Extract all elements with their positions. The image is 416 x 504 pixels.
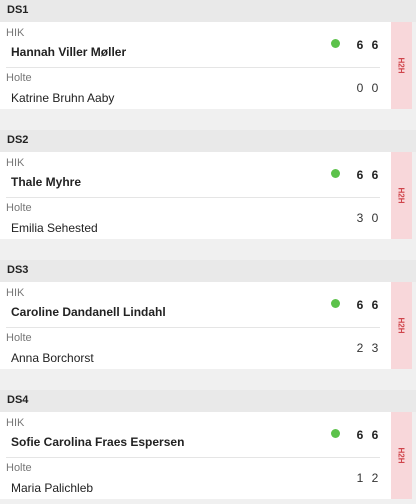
h2h-label: H2H	[396, 317, 406, 334]
divider	[6, 197, 380, 198]
h2h-label: H2H	[396, 57, 406, 74]
away-player-name[interactable]: Emilia Sehested	[11, 221, 98, 235]
match-card: DS4 HIK Sofie Carolina Fraes Espersen 6 …	[0, 390, 416, 499]
home-set1-score: 6	[356, 38, 364, 52]
h2h-label: H2H	[396, 187, 406, 204]
home-player-name[interactable]: Sofie Carolina Fraes Espersen	[11, 435, 184, 449]
away-team-label: Holte	[6, 202, 32, 214]
away-set2-score: 2	[371, 471, 379, 485]
home-set1-score: 6	[356, 168, 364, 182]
h2h-button[interactable]: H2H	[391, 412, 412, 499]
match-body[interactable]: HIK Thale Myhre 6 6 Holte Emilia Seheste…	[0, 152, 412, 239]
match-body[interactable]: HIK Caroline Dandanell Lindahl 6 6 Holte…	[0, 282, 412, 369]
h2h-button[interactable]: H2H	[391, 22, 412, 109]
away-set2-score: 0	[371, 81, 379, 95]
home-set2-score: 6	[371, 38, 379, 52]
home-team-label: HIK	[6, 157, 25, 169]
match-header: DS2	[0, 130, 416, 152]
away-player-name[interactable]: Anna Borchorst	[11, 351, 94, 365]
match-card: DS1 HIK Hannah Viller Møller 6 6 Holte K…	[0, 0, 416, 109]
h2h-label: H2H	[396, 447, 406, 464]
winner-indicator-icon	[331, 299, 340, 308]
away-set2-score: 3	[371, 341, 379, 355]
home-player-name[interactable]: Hannah Viller Møller	[11, 45, 126, 59]
winner-indicator-icon	[331, 429, 340, 438]
away-set1-score: 0	[356, 81, 364, 95]
h2h-button[interactable]: H2H	[391, 152, 412, 239]
home-set1-score: 6	[356, 428, 364, 442]
home-set2-score: 6	[371, 428, 379, 442]
away-player-name[interactable]: Katrine Bruhn Aaby	[11, 91, 114, 105]
divider	[6, 327, 380, 328]
match-body[interactable]: HIK Hannah Viller Møller 6 6 Holte Katri…	[0, 22, 412, 109]
home-team-label: HIK	[6, 287, 25, 299]
match-title: DS1	[7, 4, 29, 16]
winner-indicator-icon	[331, 169, 340, 178]
match-card: DS2 HIK Thale Myhre 6 6 Holte Emilia Seh…	[0, 130, 416, 239]
h2h-button[interactable]: H2H	[391, 282, 412, 369]
divider	[6, 457, 380, 458]
home-team-label: HIK	[6, 417, 25, 429]
match-title: DS3	[7, 264, 29, 276]
away-set1-score: 3	[356, 211, 364, 225]
home-team-label: HIK	[6, 27, 25, 39]
match-header: DS4	[0, 390, 416, 412]
match-title: DS4	[7, 394, 29, 406]
away-player-name[interactable]: Maria Palichleb	[11, 481, 93, 495]
winner-indicator-icon	[331, 39, 340, 48]
home-set2-score: 6	[371, 298, 379, 312]
match-title: DS2	[7, 134, 29, 146]
away-team-label: Holte	[6, 72, 32, 84]
away-set1-score: 1	[356, 471, 364, 485]
divider	[6, 67, 380, 68]
away-set1-score: 2	[356, 341, 364, 355]
match-header: DS1	[0, 0, 416, 22]
match-body[interactable]: HIK Sofie Carolina Fraes Espersen 6 6 Ho…	[0, 412, 412, 499]
home-player-name[interactable]: Caroline Dandanell Lindahl	[11, 305, 166, 319]
match-card: DS3 HIK Caroline Dandanell Lindahl 6 6 H…	[0, 260, 416, 369]
match-header: DS3	[0, 260, 416, 282]
away-team-label: Holte	[6, 332, 32, 344]
away-team-label: Holte	[6, 462, 32, 474]
home-set1-score: 6	[356, 298, 364, 312]
home-set2-score: 6	[371, 168, 379, 182]
home-player-name[interactable]: Thale Myhre	[11, 175, 81, 189]
away-set2-score: 0	[371, 211, 379, 225]
